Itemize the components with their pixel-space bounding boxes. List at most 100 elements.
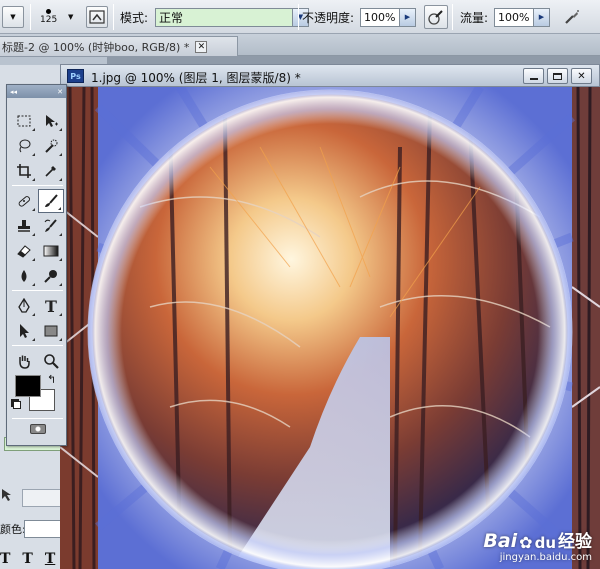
tools-panel-header[interactable]: ◂◂ ✕: [7, 85, 66, 98]
document-tab-strip: 标题-2 @ 100% (时钟boo, RGB/8) * ✕: [0, 34, 600, 56]
shape-icon: [44, 325, 58, 337]
cursor-cog-icon: [2, 489, 11, 501]
flow-label: 流量:: [460, 10, 489, 25]
tab-title: 标题-2 @ 100% (时钟boo, RGB/8) *: [2, 40, 190, 54]
tool-lasso[interactable]: [11, 134, 37, 158]
brush-panel-toggle[interactable]: [86, 0, 108, 34]
opacity-input[interactable]: 100%: [360, 7, 400, 27]
document-title: 1.jpg @ 100% (图层 1, 图层蒙版/8) *: [91, 71, 301, 85]
history-brush-icon: [44, 219, 57, 232]
opacity-value: 100%: [364, 10, 396, 24]
panel-tool-icon[interactable]: [0, 487, 16, 506]
flow-slider-button[interactable]: ▶: [534, 7, 550, 27]
tool-blur[interactable]: [11, 264, 37, 288]
default-colors-icon[interactable]: [13, 401, 21, 409]
quick-mask-icon: [30, 424, 46, 434]
text-style-button-3[interactable]: T: [45, 551, 55, 567]
tool-path-selection[interactable]: [11, 319, 37, 343]
tool-hand[interactable]: [11, 349, 37, 373]
lasso-icon: [19, 139, 31, 153]
tool-rectangular-marquee[interactable]: [11, 109, 37, 133]
minimize-button[interactable]: [523, 68, 544, 84]
text-style-button-1[interactable]: T: [0, 551, 10, 567]
tablet-pressure-opacity-button[interactable]: [424, 0, 448, 34]
blend-mode-value: 正常: [159, 10, 184, 25]
zoom-icon: [44, 354, 59, 369]
brush-size-preview[interactable]: 125: [40, 0, 57, 34]
tool-spot-healing-brush[interactable]: [11, 189, 37, 213]
airbrush-button[interactable]: [560, 0, 584, 34]
tool-rectangle-shape[interactable]: [38, 319, 64, 343]
tool-crop[interactable]: [11, 159, 37, 183]
collapse-arrows-icon[interactable]: ◂◂: [10, 88, 17, 96]
color-label: 颜色:: [0, 523, 26, 536]
opacity-label: 不透明度:: [302, 10, 355, 25]
eraser-icon: [17, 245, 31, 258]
paw-icon: ✿: [519, 533, 533, 552]
tool-gradient[interactable]: [38, 239, 64, 263]
brush-dot-icon: [46, 9, 52, 14]
quick-mask-button[interactable]: [27, 422, 49, 436]
tablet-pressure-icon: [428, 10, 443, 25]
close-icon[interactable]: ✕: [195, 40, 208, 53]
tab-document-untitled-2[interactable]: 标题-2 @ 100% (时钟boo, RGB/8) * ✕: [0, 36, 238, 56]
type-icon: T: [45, 296, 57, 316]
marquee-icon: [17, 115, 31, 127]
chevron-right-icon: ▶: [538, 13, 545, 21]
canvas-image[interactable]: [60, 87, 600, 569]
swap-colors-icon[interactable]: ↰: [47, 373, 56, 386]
spot-healing-icon: [18, 196, 31, 207]
mode-label: 模式:: [120, 10, 149, 25]
dodge-icon: [44, 270, 57, 283]
close-button[interactable]: ✕: [571, 68, 592, 84]
chevron-right-icon: ▶: [404, 13, 411, 21]
tool-brush[interactable]: [38, 189, 64, 213]
options-bar: ▼ 125 ▼ 模式: 正常 ▼ 不透明度: 100% ▶ 流量: 100% ▶: [0, 0, 600, 34]
brush-icon: [45, 194, 58, 207]
baidu-du-text: du: [534, 534, 556, 552]
canvas-area[interactable]: Bai ✿ du 经验 jingyan.baidu.com: [60, 87, 600, 569]
tool-history-brush[interactable]: [38, 214, 64, 238]
text-style-button-2[interactable]: T: [22, 551, 32, 567]
tool-zoom[interactable]: [38, 349, 64, 373]
magic-wand-icon: [45, 139, 58, 153]
watermark-url: jingyan.baidu.com: [499, 552, 592, 563]
baidu-logo-text: Bai: [483, 530, 518, 552]
document-window: Ps 1.jpg @ 100% (图层 1, 图层蒙版/8) * ✕ Bai ✿…: [60, 64, 600, 569]
baidu-watermark: Bai ✿ du 经验 jingyan.baidu.com: [483, 527, 592, 563]
hand-icon: [19, 355, 30, 369]
foreground-color-swatch[interactable]: [15, 375, 41, 397]
photoshop-icon: Ps: [67, 69, 84, 83]
path-selection-icon: [20, 324, 29, 338]
eyedropper-icon: [45, 166, 56, 177]
brush-size-value: 125: [40, 15, 58, 25]
move-icon: [46, 115, 58, 127]
document-titlebar[interactable]: Ps 1.jpg @ 100% (图层 1, 图层蒙版/8) * ✕: [60, 64, 600, 87]
close-icon: ✕: [577, 70, 586, 82]
gradient-icon: [43, 245, 59, 257]
jingyan-text: 经验: [558, 532, 592, 552]
tools-panel: ◂◂ ✕ T ↰: [6, 84, 67, 446]
close-icon[interactable]: ✕: [57, 88, 63, 96]
tool-type[interactable]: T: [38, 294, 64, 318]
blur-icon: [21, 270, 27, 282]
crop-icon: [17, 164, 31, 178]
tool-quick-selection[interactable]: [38, 134, 64, 158]
maximize-icon: [553, 72, 562, 80]
tool-move[interactable]: [38, 109, 64, 133]
opacity-slider-button[interactable]: ▶: [400, 7, 416, 27]
tool-dodge[interactable]: [38, 264, 64, 288]
brush-preset-button[interactable]: ▼: [2, 6, 24, 28]
flow-value: 100%: [498, 10, 530, 24]
tool-pen[interactable]: [11, 294, 37, 318]
tool-eraser[interactable]: [11, 239, 37, 263]
maximize-button[interactable]: [547, 68, 568, 84]
blend-mode-select[interactable]: 正常: [155, 7, 293, 27]
chevron-down-icon[interactable]: ▼: [68, 13, 73, 21]
chevron-down-icon: ▼: [10, 13, 16, 21]
flow-input[interactable]: 100%: [494, 7, 534, 27]
brush-preset-picker[interactable]: ▼: [2, 0, 24, 34]
tool-eyedropper[interactable]: [38, 159, 64, 183]
pen-icon: [18, 298, 30, 313]
tool-clone-stamp[interactable]: [11, 214, 37, 238]
